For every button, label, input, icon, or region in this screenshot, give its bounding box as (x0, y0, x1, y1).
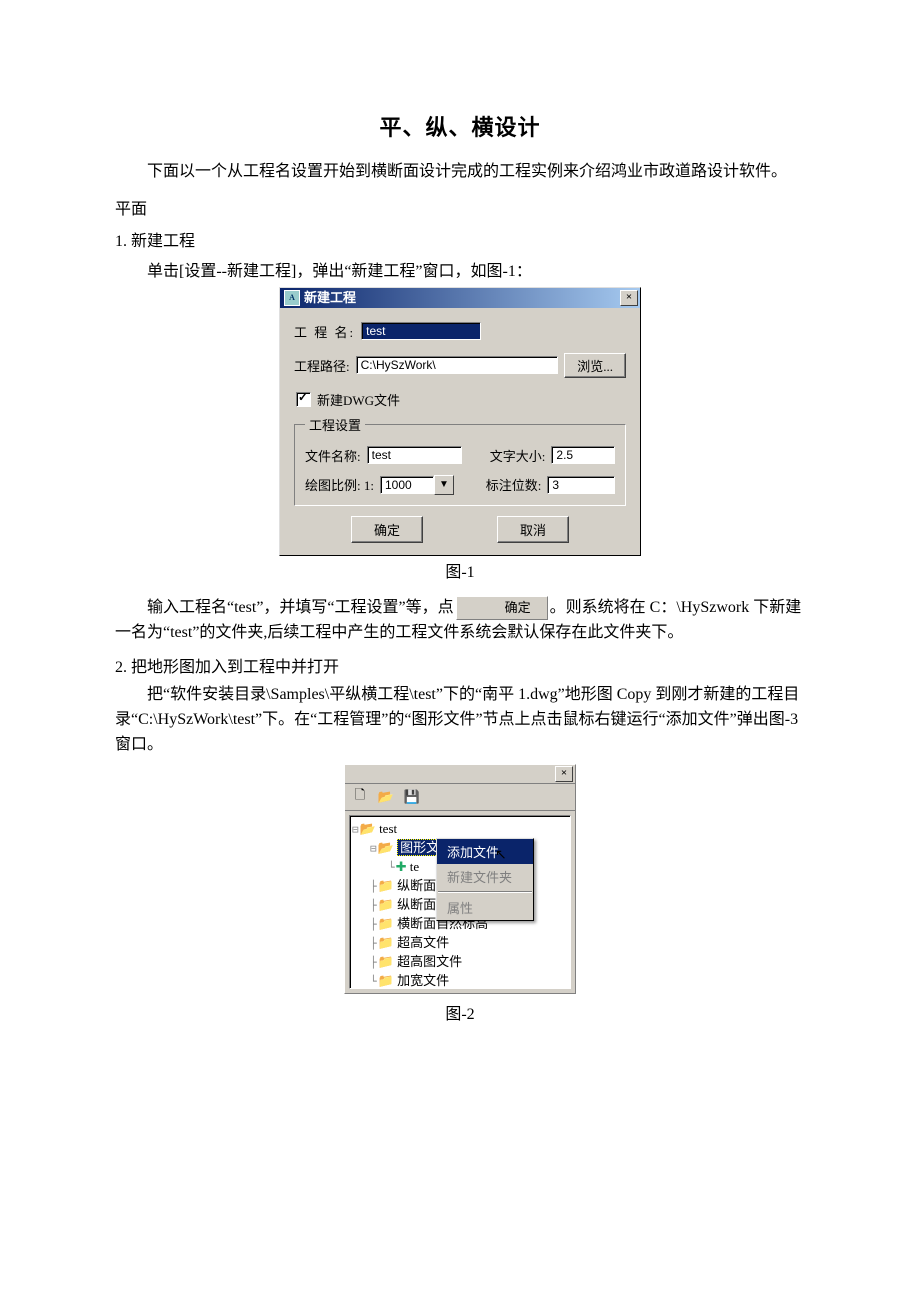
label-project-path: 工程路径: (294, 356, 350, 375)
dialog-title: 新建工程 (304, 288, 356, 308)
tree-item[interactable]: ├📁 超高图文件 (352, 953, 568, 972)
panel-toolbar: 🗋 📂 💾 (345, 784, 575, 811)
inline-ok-button: 确定 (456, 596, 548, 620)
page-title: 平、纵、横设计 (115, 110, 805, 142)
para2-pre: 输入工程名“test”，并填写“工程设置”等，点 (147, 599, 454, 616)
scale-dropdown-icon[interactable]: ▼ (434, 475, 454, 495)
menu-new-folder[interactable]: 新建文件夹 (437, 864, 533, 889)
new-project-dialog: A 新建工程 × 工 程 名: 工程路径: 浏览... 新建DWG文件 (279, 287, 641, 556)
label-project-name: 工 程 名: (294, 322, 355, 341)
menu-properties[interactable]: 属性 (437, 895, 533, 920)
cancel-button[interactable]: 取消 (497, 516, 569, 543)
filename-input[interactable] (367, 446, 463, 464)
figure2-caption: 图-2 (115, 1000, 805, 1024)
tree-root-label: test (379, 821, 397, 836)
project-path-input[interactable] (356, 356, 559, 374)
tree-item[interactable]: └📁 加宽文件 (352, 972, 568, 989)
browse-button[interactable]: 浏览... (564, 353, 626, 378)
group-legend: 工程设置 (305, 415, 365, 434)
project-settings-group: 工程设置 文件名称: 文字大小: 绘图比例: 1: ▼ (294, 415, 626, 506)
tree-item[interactable]: ├📁 超高文件 (352, 934, 568, 953)
label-textsize: 文字大小: (490, 446, 546, 465)
context-menu: 添加文件 ↖ 新建文件夹 属性 (436, 838, 534, 921)
label-scale: 绘图比例: 1: (305, 475, 374, 494)
open-file-icon[interactable]: 📂 (375, 787, 397, 807)
project-manager-panel: × 🗋 📂 💾 ⊟📂 test ⊟📂 图形文 └✚ te (344, 764, 576, 994)
close-icon[interactable]: × (620, 290, 638, 306)
tree-child-label: te (410, 859, 419, 874)
menu-separator (438, 891, 532, 893)
textsize-input[interactable] (551, 446, 615, 464)
new-dwg-checkbox[interactable] (296, 392, 311, 407)
project-name-input[interactable] (361, 322, 481, 340)
step2-paragraph: 把“软件安装目录\Samples\平纵横工程\test”下的“南平 1.dwg”… (115, 683, 805, 757)
figure1-caption: 图-1 (115, 558, 805, 582)
tree-root[interactable]: ⊟📂 test (352, 820, 568, 839)
label-digits: 标注位数: (486, 475, 542, 494)
ok-button[interactable]: 确定 (351, 516, 423, 543)
new-dwg-label: 新建DWG文件 (317, 390, 400, 409)
para-after-fig1: 输入工程名“test”，并填写“工程设置”等，点确定。则系统将在 C：\HySz… (115, 596, 805, 646)
label-filename: 文件名称: (305, 446, 361, 465)
step1-line: 单击[设置--新建工程]，弹出“新建工程”窗口，如图-1： (115, 257, 805, 281)
save-file-icon[interactable]: 💾 (401, 787, 423, 807)
step1-heading: 1. 新建工程 (115, 227, 805, 251)
menu-add-file[interactable]: 添加文件 ↖ (437, 839, 533, 864)
step2-heading: 2. 把地形图加入到工程中并打开 (115, 653, 805, 677)
digits-input[interactable] (547, 476, 615, 494)
app-icon: A (284, 290, 300, 306)
panel-close-icon[interactable]: × (555, 766, 573, 782)
new-file-icon[interactable]: 🗋 (349, 787, 371, 807)
project-tree[interactable]: ⊟📂 test ⊟📂 图形文 └✚ te ├📁 纵断面 ├📁 纵断面 ├📁 横断… (349, 815, 571, 989)
dialog-titlebar: A 新建工程 × (280, 288, 640, 308)
scale-input[interactable] (380, 476, 434, 494)
intro-paragraph: 下面以一个从工程名设置开始到横断面设计完成的工程实例来介绍鸿业市政道路设计软件。 (115, 160, 805, 185)
section-plane-heading: 平面 (115, 195, 805, 219)
